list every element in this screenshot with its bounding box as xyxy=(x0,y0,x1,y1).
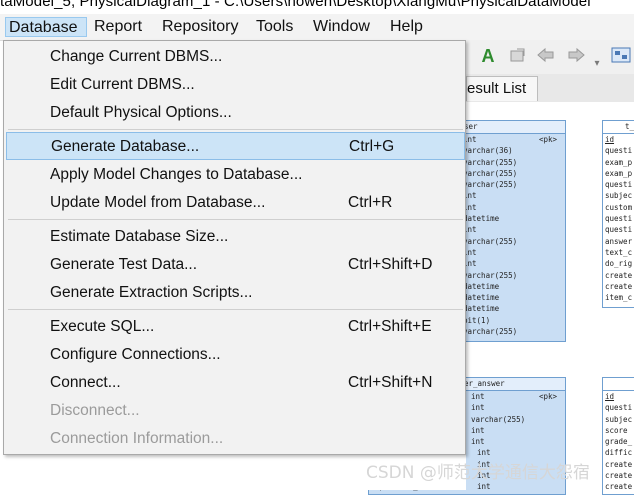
entity-question-row: questi xyxy=(605,146,633,156)
entity-user-row: datetime xyxy=(463,293,500,303)
entity-user-row: varchar(255) xyxy=(463,327,518,337)
watermark: CSDN @师范大学通信大怨宿 xyxy=(366,463,590,483)
menu-report[interactable]: Report xyxy=(91,17,145,37)
menu-tools[interactable]: Tools xyxy=(253,17,296,37)
entity-paper[interactable]: id questi subjec score grade_ diffic cre… xyxy=(602,377,634,495)
entity-paper-row: diffic xyxy=(605,448,633,458)
entity-question-row: custom xyxy=(605,202,633,212)
entity-user-row: datetime xyxy=(463,281,500,291)
menu-item-generate-test-data[interactable]: Generate Test Data... Ctrl+Shift+D xyxy=(4,251,465,279)
entity-paper-row: create xyxy=(605,471,633,481)
entity-question-header: t_ xyxy=(603,121,634,134)
menu-separator xyxy=(8,219,463,220)
entity-question-row: create xyxy=(605,270,633,280)
entity-question-row: questi xyxy=(605,225,633,235)
entity-question-row: id xyxy=(605,135,615,144)
diagram-canvas[interactable]: ser int <pk> varchar(36) varchar(255) var… xyxy=(368,102,634,495)
entity-question-row: exam_p xyxy=(605,168,633,178)
entity-user-header: ser xyxy=(461,121,565,134)
menu-help[interactable]: Help xyxy=(387,17,426,37)
entity-question-row: create xyxy=(605,281,633,291)
menu-item-generate-extraction-scripts[interactable]: Generate Extraction Scripts... xyxy=(4,279,465,307)
undo-icon[interactable] xyxy=(536,46,556,66)
entity-paper-header xyxy=(603,378,634,391)
entity-user[interactable]: ser int <pk> varchar(36) varchar(255) var… xyxy=(460,120,566,342)
entity-user-row: varchar(36) xyxy=(463,146,513,156)
menu-window[interactable]: Window xyxy=(310,17,373,37)
entity-user-row: datetime xyxy=(463,214,500,224)
entity-question-row: questi xyxy=(605,180,633,190)
menu-item-update-model-from-database[interactable]: Update Model from Database... Ctrl+R xyxy=(4,189,465,217)
menu-item-disconnect: Disconnect... xyxy=(50,402,140,419)
menu-item-configure-connections[interactable]: Configure Connections... xyxy=(4,341,465,369)
entity-paper-row: create xyxy=(605,482,633,492)
entity-paper-row: subjec xyxy=(605,414,633,424)
menu-item-change-current-dbms[interactable]: Change Current DBMS... xyxy=(4,43,465,71)
menu-item-estimate-database-size[interactable]: Estimate Database Size... xyxy=(4,223,465,251)
entity-question[interactable]: t_ id questi exam_p exam_p questi subjec… xyxy=(602,120,634,308)
entity-user-row: int xyxy=(463,191,477,201)
entity-user-row: int xyxy=(463,259,477,269)
window-title: taModel_5, PhysicalDiagram_1 - C:\Users\… xyxy=(0,0,634,14)
tab-result-list[interactable]: esult List xyxy=(466,76,538,101)
menu-item-connect[interactable]: Connect... Ctrl+Shift+N xyxy=(4,369,465,397)
menu-repository[interactable]: Repository xyxy=(159,17,241,37)
menu-item-execute-sql[interactable]: Execute SQL... Ctrl+Shift+E xyxy=(4,313,465,341)
entity-question-row: text_c xyxy=(605,247,633,257)
entity-user-row: int xyxy=(463,225,477,235)
entity-user-row: int xyxy=(463,247,477,257)
tab-bar: esult List xyxy=(466,74,634,103)
menu-item-generate-database[interactable]: Generate Database... Ctrl+G xyxy=(6,132,465,160)
entity-user-row: varchar(255) xyxy=(463,157,518,167)
entity-question-row: subjec xyxy=(605,191,633,201)
entity-user-row: varchar(255) xyxy=(463,270,518,280)
entity-question-row: answer xyxy=(605,236,633,246)
entity-paper-row: id xyxy=(605,392,615,401)
menu-item-edit-current-dbms[interactable]: Edit Current DBMS... xyxy=(4,71,465,99)
database-menu: Change Current DBMS... Edit Current DBMS… xyxy=(3,40,466,455)
entity-user-row: int <pk> xyxy=(463,135,557,144)
entity-user-row: varchar(255) xyxy=(463,168,518,178)
entity-paper-row: create xyxy=(605,459,633,469)
menu-database[interactable]: Database xyxy=(5,17,87,37)
entity-question-row: do_rig xyxy=(605,259,633,269)
text-icon[interactable] xyxy=(508,46,528,66)
entity-question-row: questi xyxy=(605,214,633,224)
entity-user-row: varchar(255) xyxy=(463,236,518,246)
entity-user-row: int xyxy=(463,202,477,212)
toolbar: A ▾ xyxy=(466,40,634,74)
entity-paper-row: questi xyxy=(605,403,633,413)
layout-icon[interactable] xyxy=(611,46,631,66)
entity-paper-row: grade_ xyxy=(605,437,633,447)
entity-user-row: datetime xyxy=(463,304,500,314)
entity-paper-row: score xyxy=(605,425,628,435)
entity-question-row: exam_p xyxy=(605,157,633,167)
menu-separator xyxy=(8,309,463,310)
font-color-icon[interactable]: A xyxy=(478,46,498,66)
entity-question-row: item_c xyxy=(605,293,633,303)
redo-icon[interactable] xyxy=(566,46,586,66)
menu-item-apply-model-changes[interactable]: Apply Model Changes to Database... xyxy=(4,161,465,189)
menu-item-connection-information: Connection Information... xyxy=(50,430,224,447)
entity-user-row: bit(1) xyxy=(463,315,491,325)
dropdown-icon[interactable]: ▾ xyxy=(592,54,602,74)
entity-user-row: varchar(255) xyxy=(463,180,518,190)
menu-item-default-physical-options[interactable]: Default Physical Options... xyxy=(4,99,465,127)
menubar: Database Report Repository Tools Window … xyxy=(0,14,634,41)
menu-separator xyxy=(8,129,463,130)
